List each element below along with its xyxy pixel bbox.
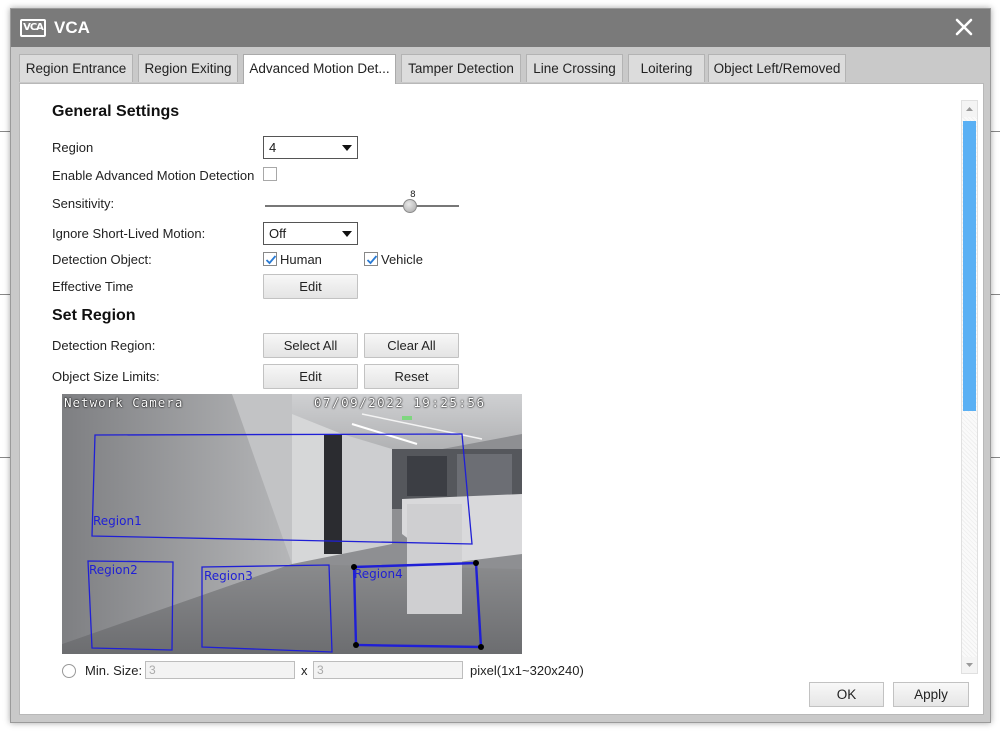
ignore-short-lived-label: Ignore Short-Lived Motion: bbox=[52, 226, 206, 241]
enable-amd-checkbox[interactable] bbox=[263, 167, 277, 181]
region-select[interactable]: 4 bbox=[263, 136, 358, 159]
ok-button[interactable]: OK bbox=[809, 682, 884, 707]
dropdown-arrow-icon bbox=[342, 145, 352, 151]
vca-logo-icon: VCA bbox=[20, 19, 46, 37]
tab-region-entrance[interactable]: Region Entrance bbox=[19, 54, 133, 82]
scrollbar-thumb[interactable] bbox=[963, 121, 976, 411]
min-size-height-input[interactable]: 3 bbox=[313, 661, 463, 679]
region2-label: Region2 bbox=[89, 563, 138, 577]
min-size-radio[interactable] bbox=[62, 664, 76, 678]
vehicle-label: Vehicle bbox=[381, 252, 423, 267]
region1-outline bbox=[91, 433, 473, 545]
sensitivity-label: Sensitivity: bbox=[52, 196, 115, 211]
dropdown-arrow-icon bbox=[342, 231, 352, 237]
min-size-separator: x bbox=[301, 663, 308, 678]
slider-track bbox=[265, 205, 459, 207]
region3-label: Region3 bbox=[204, 569, 253, 583]
min-size-range-hint: pixel(1x1~320x240) bbox=[470, 663, 584, 678]
background-divider bbox=[991, 131, 1000, 132]
tab-line-crossing[interactable]: Line Crossing bbox=[526, 54, 623, 82]
checkmark-icon bbox=[366, 255, 378, 265]
effective-time-edit-button[interactable]: Edit bbox=[263, 274, 358, 299]
sensitivity-slider[interactable]: 8 bbox=[265, 190, 459, 213]
object-size-edit-button[interactable]: Edit bbox=[263, 364, 358, 389]
object-size-limits-label: Object Size Limits: bbox=[52, 369, 160, 384]
region4-handle bbox=[353, 642, 359, 648]
camera-preview[interactable]: Network Camera 07/09/2022 19:25:56 Regio… bbox=[62, 394, 522, 654]
vertical-scrollbar[interactable] bbox=[961, 100, 978, 674]
min-size-label: Min. Size: bbox=[85, 663, 143, 678]
human-label: Human bbox=[280, 252, 322, 267]
object-size-reset-button[interactable]: Reset bbox=[364, 364, 459, 389]
vca-dialog: VCA VCA Region Entrance Region Exiting A… bbox=[10, 8, 991, 723]
clear-all-button[interactable]: Clear All bbox=[364, 333, 459, 358]
scroll-down-icon[interactable] bbox=[962, 657, 977, 673]
tab-loitering[interactable]: Loitering bbox=[628, 54, 705, 82]
apply-button[interactable]: Apply bbox=[893, 682, 969, 707]
background-divider bbox=[991, 294, 1000, 295]
region4-handle bbox=[478, 644, 484, 650]
human-checkbox[interactable] bbox=[263, 252, 277, 266]
detection-region-label: Detection Region: bbox=[52, 338, 156, 353]
min-size-width-input[interactable]: 3 bbox=[145, 661, 295, 679]
region4-label: Region4 bbox=[354, 567, 403, 581]
background-divider bbox=[0, 457, 10, 458]
background-divider bbox=[991, 457, 1000, 458]
set-region-heading: Set Region bbox=[52, 307, 136, 324]
region-label: Region bbox=[52, 140, 94, 155]
dialog-title: VCA bbox=[54, 18, 90, 37]
slider-thumb[interactable] bbox=[403, 199, 417, 213]
detection-object-label: Detection Object: bbox=[52, 252, 152, 267]
enable-amd-label: Enable Advanced Motion Detection bbox=[52, 168, 255, 183]
tab-region-exiting[interactable]: Region Exiting bbox=[138, 54, 238, 82]
tab-object-left-removed[interactable]: Object Left/Removed bbox=[708, 54, 846, 82]
title-bar[interactable]: VCA VCA bbox=[11, 9, 990, 47]
region1-label: Region1 bbox=[93, 514, 142, 528]
tab-advanced-motion-detection[interactable]: Advanced Motion Det... bbox=[243, 54, 396, 84]
general-settings-heading: General Settings bbox=[52, 103, 180, 120]
ignore-short-lived-select[interactable]: Off bbox=[263, 222, 358, 245]
region-select-value: 4 bbox=[269, 140, 277, 155]
effective-time-label: Effective Time bbox=[52, 279, 134, 294]
background-divider bbox=[0, 131, 10, 132]
tab-tamper-detection[interactable]: Tamper Detection bbox=[401, 54, 521, 82]
select-all-button[interactable]: Select All bbox=[263, 333, 358, 358]
close-icon[interactable] bbox=[952, 15, 976, 39]
scroll-up-icon[interactable] bbox=[962, 101, 977, 117]
settings-panel: General Settings Region 4 Enable Advance… bbox=[19, 83, 984, 715]
region4-handle bbox=[473, 560, 479, 566]
ignore-select-value: Off bbox=[269, 226, 287, 241]
vehicle-checkbox[interactable] bbox=[364, 252, 378, 266]
checkmark-icon bbox=[265, 255, 277, 265]
background-divider bbox=[0, 294, 10, 295]
